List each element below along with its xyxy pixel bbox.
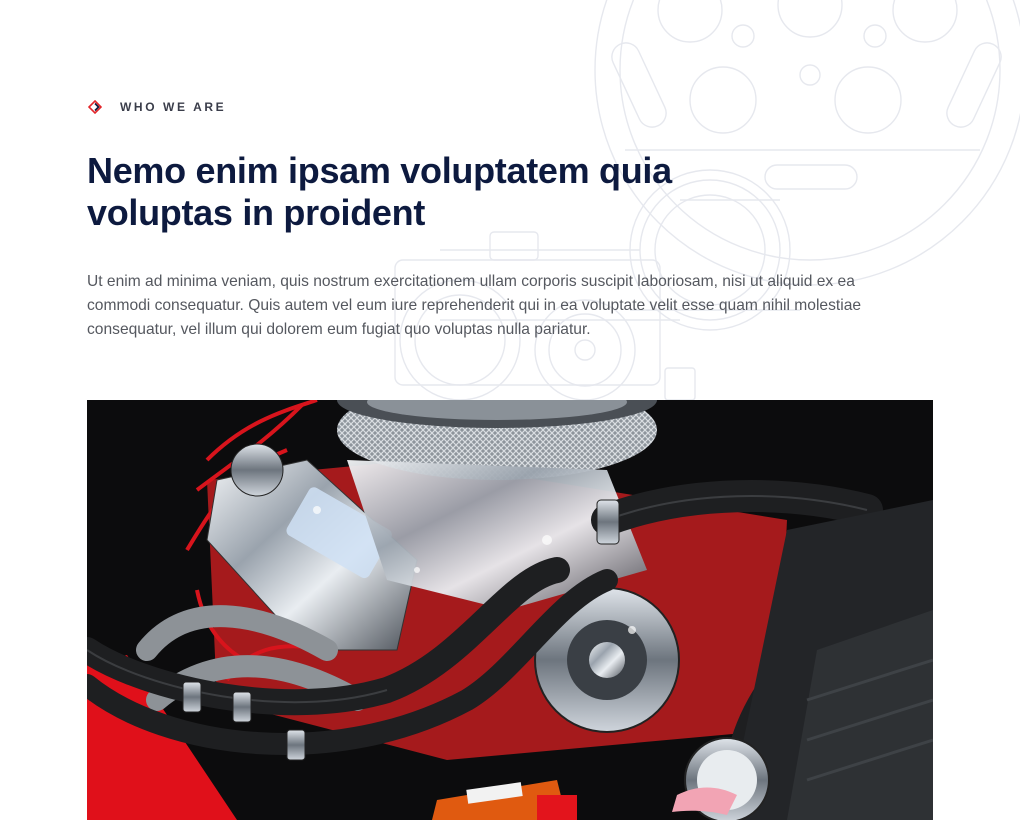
engine-photo [87, 400, 933, 820]
section-body: Ut enim ad minima veniam, quis nostrum e… [87, 273, 862, 338]
eyebrow-label: WHO WE ARE [120, 100, 227, 114]
section-heading: Nemo enim ipsam voluptatem quia voluptas… [87, 150, 672, 233]
section-eyebrow: WHO WE ARE [88, 100, 226, 114]
diamond-outline-icon [88, 100, 102, 114]
